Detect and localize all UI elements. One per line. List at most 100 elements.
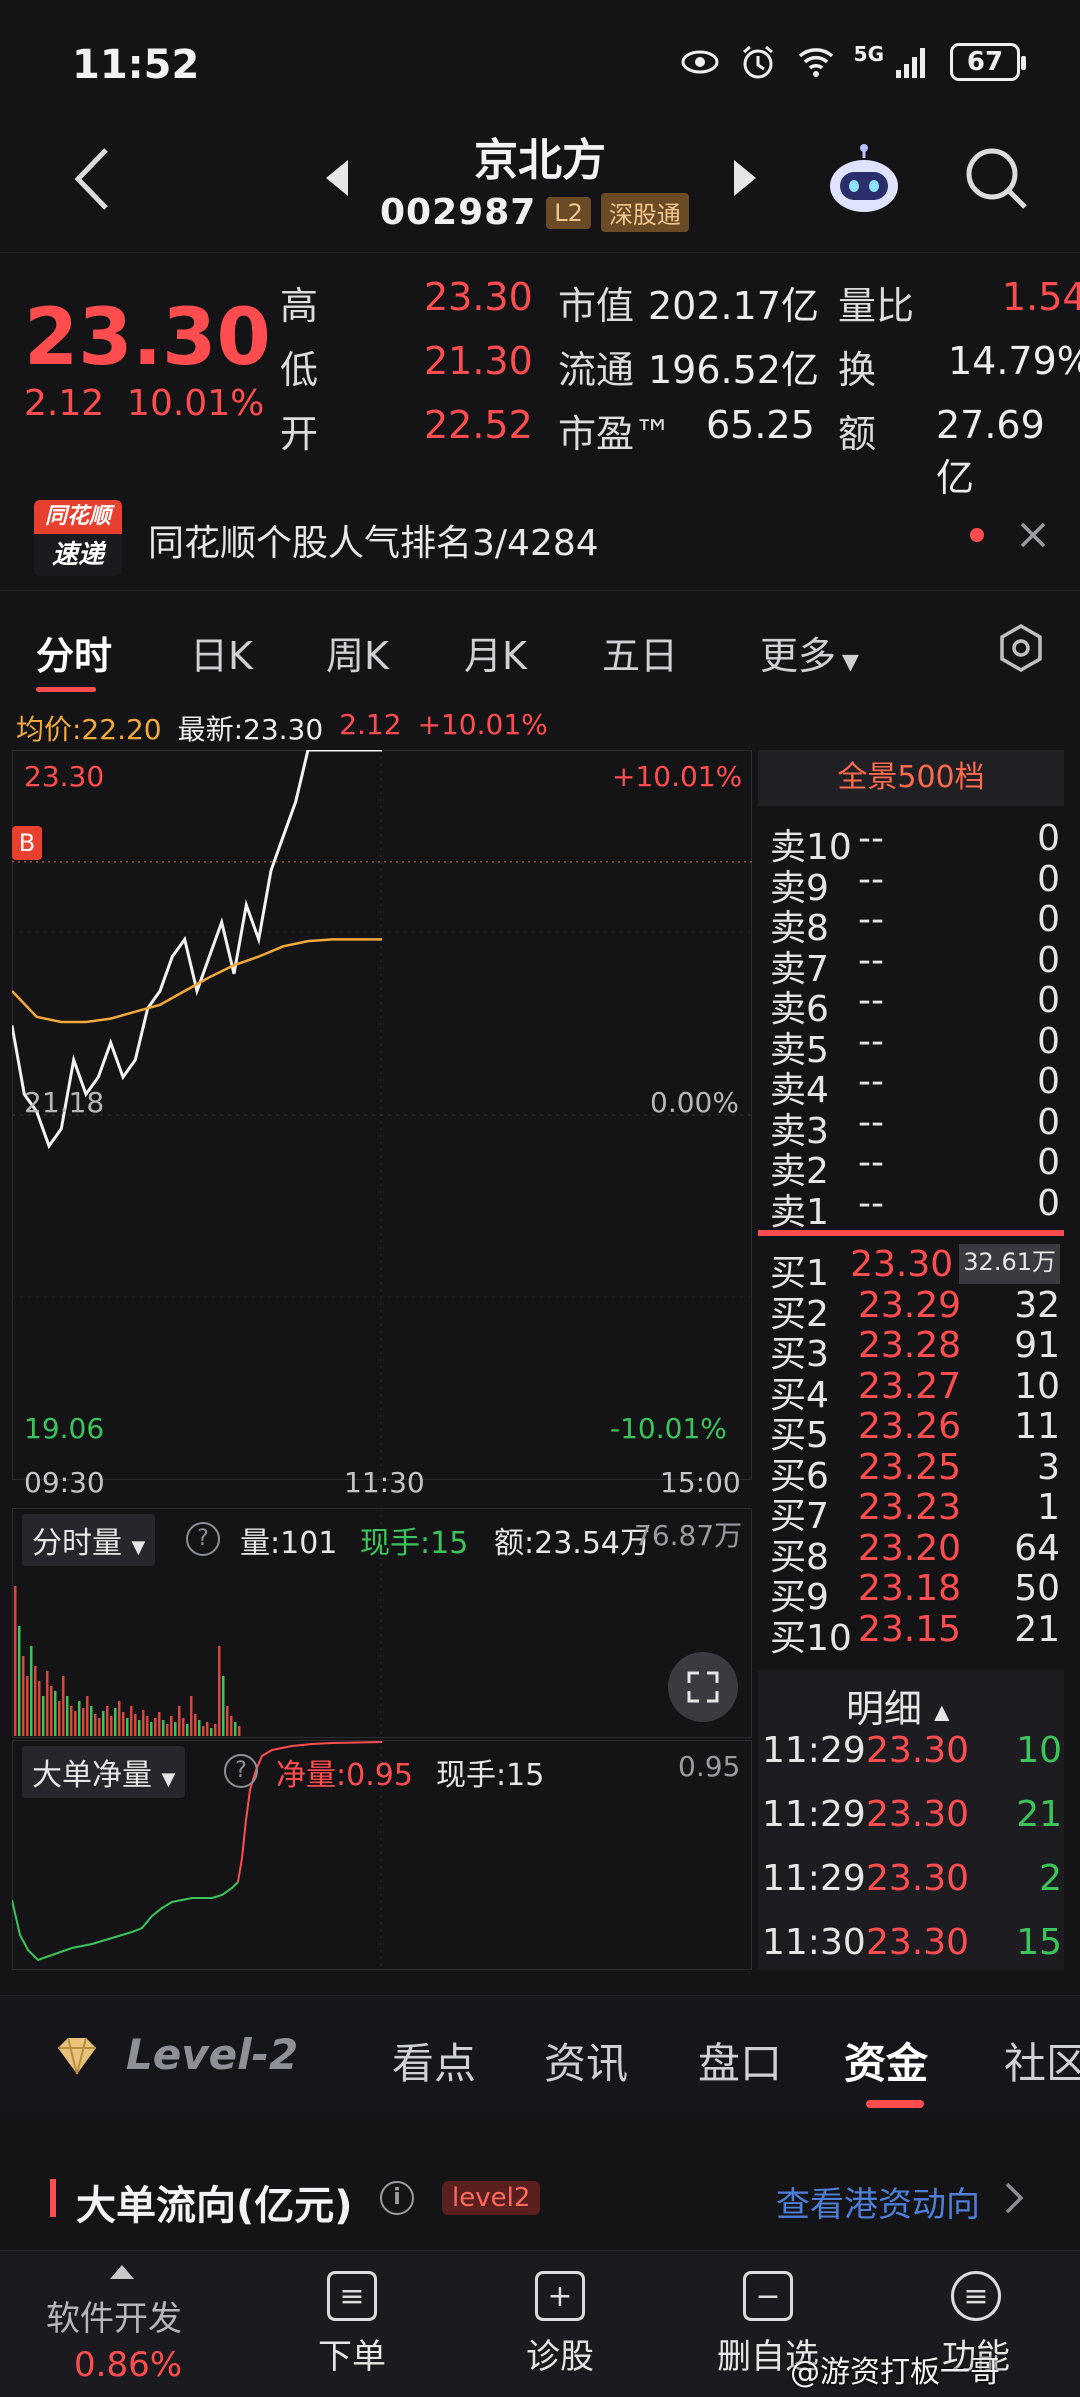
volume-bar [58, 1701, 61, 1736]
mktcap-value: 202.17亿 [648, 284, 819, 328]
change-percent: 10.01% [127, 383, 265, 424]
banner-text: 同花顺个股人气排名3/4284 [148, 523, 599, 564]
volume-bar [178, 1706, 181, 1736]
sector-change: 0.86% [74, 2345, 183, 2385]
tab-orderbook[interactable]: 盘口 [698, 2030, 782, 2091]
battery-icon: 67 [950, 43, 1026, 81]
volume-bar [110, 1716, 113, 1736]
orderbook-title[interactable]: 全景500档 [758, 750, 1064, 806]
popularity-banner[interactable]: 同花顺 速递 同花顺个股人气排名3/4284 [0, 470, 1080, 580]
network-type: 5G [853, 42, 884, 66]
time-mid: 11:30 [344, 1466, 425, 1499]
tab-active-underline [36, 687, 96, 692]
sector-name[interactable]: 软件开发 [46, 2291, 182, 2340]
ask-row: 卖2 -- 0 [770, 1142, 1060, 1192]
volume-panel-select[interactable]: 分时量 ▼ [22, 1514, 156, 1566]
volume-bar [82, 1708, 85, 1736]
ask-label: 卖4 [770, 1070, 829, 1111]
fullscreen-button[interactable] [668, 1652, 738, 1722]
bid-row: 买7 23.23 1 [770, 1487, 1060, 1537]
ask-row: 卖6 -- 0 [770, 980, 1060, 1030]
tab-capital[interactable]: 资金 [844, 2030, 928, 2091]
tab-monthly-k[interactable]: 月K [464, 625, 527, 680]
stock-name: 京北方 [474, 135, 606, 186]
open-label: 开 [280, 412, 319, 456]
next-stock-icon[interactable] [734, 160, 756, 196]
ask-volume: 0 [1037, 1020, 1060, 1062]
current-price: 23.30 [24, 293, 271, 383]
detail-row: 11:29 23.30 21 [762, 1794, 1062, 1835]
axis-mid-price: 21.18 [24, 1086, 105, 1119]
volume-bar [42, 1696, 45, 1736]
ask-row: 卖9 -- 0 [770, 858, 1060, 909]
volume-bar [90, 1706, 93, 1736]
bigorder-panel-select[interactable]: 大单净量 ▼ [22, 1746, 186, 1798]
tab-five-day[interactable]: 五日 [602, 625, 678, 680]
robot-assistant-icon[interactable] [826, 142, 902, 218]
caret-down-icon: ▼ [842, 650, 859, 675]
close-icon[interactable] [1018, 520, 1048, 550]
nav-order-label: 下单 [318, 2337, 386, 2377]
tab-daily-k[interactable]: 日K [190, 625, 253, 680]
ask-row: 卖7 -- 0 [770, 940, 1060, 990]
ask-volume: 0 [1037, 858, 1060, 900]
ask-price: -- [858, 818, 884, 859]
tab-intraday[interactable]: 分时 [36, 625, 112, 680]
bigorder-net: 净量:0.95 [276, 1758, 413, 1793]
tab-community[interactable]: 社区 [1004, 2030, 1080, 2091]
price-line-chart[interactable] [12, 750, 752, 1480]
volume-bar [118, 1701, 121, 1736]
section-marker [50, 2179, 56, 2217]
legend-avg: 均价:22.20 [16, 713, 162, 746]
bid-price: 23.23 [858, 1487, 962, 1528]
nav-diagnose[interactable]: + 诊股 [480, 2271, 640, 2378]
bid-price: 23.25 [858, 1446, 962, 1488]
volume-bar [14, 1586, 17, 1736]
ask-label: 卖9 [770, 867, 829, 909]
bid-price: 23.20 [858, 1527, 962, 1569]
search-icon[interactable] [964, 146, 1030, 212]
detail-volume: 21 [1016, 1794, 1062, 1835]
detail-row: 11:29 23.30 10 [762, 1730, 1062, 1771]
help-icon[interactable]: ? [224, 1754, 258, 1788]
detail-title[interactable]: 明细 ▲ [846, 1678, 950, 1733]
info-icon[interactable]: i [380, 2181, 414, 2215]
caret-down-icon: ▼ [131, 1537, 146, 1558]
help-icon[interactable]: ? [186, 1522, 220, 1556]
ask-row: 卖3 -- 0 [770, 1101, 1060, 1152]
tab-level2[interactable]: Level-2 [126, 2030, 298, 2079]
ask-price: -- [858, 980, 884, 1021]
detail-time: 11:29 [762, 1858, 866, 1899]
caret-up-icon [110, 2265, 134, 2279]
detail-price: 23.30 [866, 1858, 970, 1899]
legend-percent: +10.01% [417, 708, 548, 741]
ask-volume: 0 [1037, 1101, 1060, 1143]
pe-label: 市盈™ [558, 412, 673, 456]
ask-price: -- [858, 1101, 884, 1143]
volume-bar [50, 1686, 53, 1736]
tab-highlights[interactable]: 看点 [392, 2030, 476, 2091]
volume-bar [18, 1626, 21, 1736]
bid-price: 23.29 [858, 1284, 962, 1326]
bid-price: 23.26 [858, 1406, 962, 1447]
tab-news[interactable]: 资讯 [544, 2030, 628, 2091]
vol-ratio-value: 1.54 [1002, 275, 1080, 319]
ask-label: 卖1 [770, 1191, 829, 1233]
ask-price: -- [858, 1061, 884, 1102]
detail-time: 11:30 [762, 1922, 866, 1963]
caret-up-icon: ▲ [934, 1699, 950, 1724]
level2-badge: level2 [442, 2181, 541, 2215]
status-bar: 11:52 5G 67 [0, 0, 1080, 130]
bid-price: 23.15 [858, 1608, 962, 1650]
ask-label: 卖6 [770, 989, 829, 1030]
chevron-right-icon[interactable] [1004, 2181, 1024, 2215]
tab-weekly-k[interactable]: 周K [326, 625, 389, 680]
tab-more[interactable]: 更多 ▼ [760, 625, 859, 680]
volume-bar [54, 1691, 57, 1736]
bigorder-hand: 现手:15 [436, 1758, 545, 1793]
volume-bar [190, 1696, 193, 1736]
hk-flow-link[interactable]: 查看港资动向 [776, 2177, 980, 2226]
settings-icon[interactable] [996, 623, 1046, 673]
nav-order[interactable]: ≡ 下单 [272, 2271, 432, 2378]
bid-row: 买3 23.28 91 [770, 1325, 1060, 1375]
